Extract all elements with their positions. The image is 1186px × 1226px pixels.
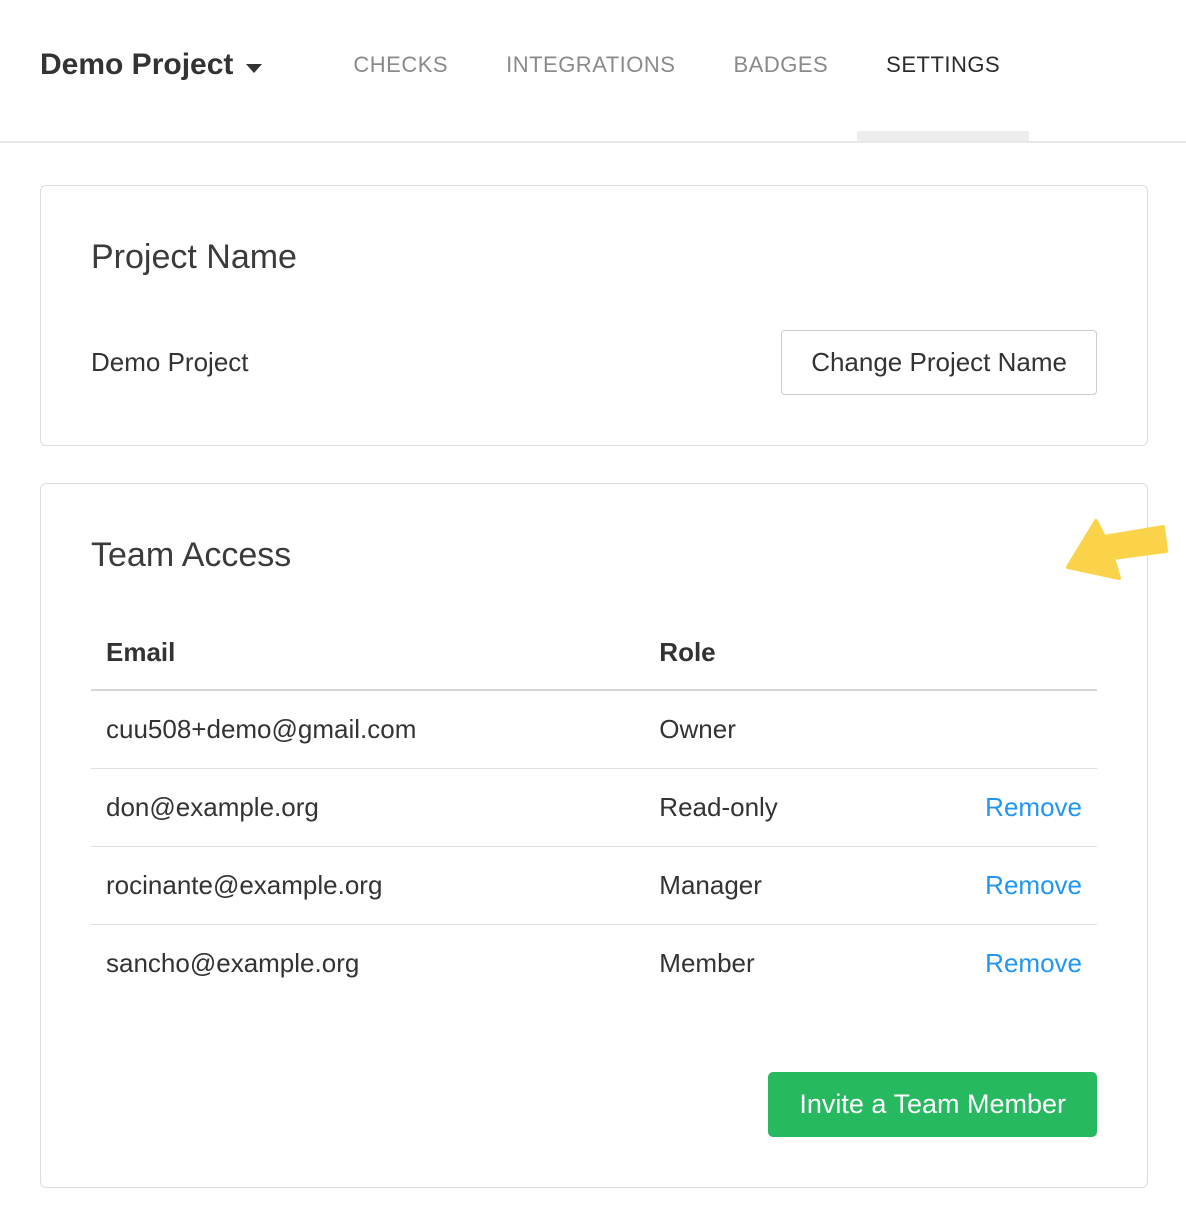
- tab-badges[interactable]: BADGES: [704, 0, 857, 130]
- team-members-table: Email Role cuu508+demo@gmail.com Owner d…: [91, 625, 1097, 1002]
- invite-row: Invite a Team Member: [91, 1072, 1097, 1137]
- member-action-cell: Remove: [946, 769, 1097, 847]
- action-column-header: [946, 625, 1097, 690]
- member-role: Read-only: [644, 769, 946, 847]
- tab-settings[interactable]: SETTINGS: [857, 0, 1029, 130]
- member-action-cell: Remove: [946, 847, 1097, 925]
- change-project-name-button[interactable]: Change Project Name: [781, 330, 1097, 395]
- project-name-card-title: Project Name: [91, 238, 1097, 277]
- member-role: Manager: [644, 847, 946, 925]
- invite-team-member-button[interactable]: Invite a Team Member: [768, 1072, 1097, 1137]
- remove-member-link[interactable]: Remove: [985, 948, 1082, 978]
- tab-checks[interactable]: CHECKS: [324, 0, 477, 130]
- table-header-row: Email Role: [91, 625, 1097, 690]
- remove-member-link[interactable]: Remove: [985, 870, 1082, 900]
- member-action-cell: Remove: [946, 925, 1097, 1003]
- project-nav: Demo Project CHECKS INTEGRATIONS BADGES …: [0, 0, 1186, 143]
- project-switcher[interactable]: Demo Project: [40, 48, 262, 82]
- table-row: cuu508+demo@gmail.com Owner: [91, 690, 1097, 769]
- member-role: Owner: [644, 690, 946, 769]
- tab-integrations[interactable]: INTEGRATIONS: [477, 0, 704, 130]
- table-row: sancho@example.org Member Remove: [91, 925, 1097, 1003]
- role-column-header: Role: [644, 625, 946, 690]
- project-name-card: Project Name Demo Project Change Project…: [40, 185, 1148, 446]
- project-switcher-label: Demo Project: [40, 48, 233, 82]
- project-name-row: Demo Project Change Project Name: [91, 330, 1097, 395]
- nav-tabs: CHECKS INTEGRATIONS BADGES SETTINGS: [324, 0, 1029, 130]
- team-access-card-title: Team Access: [91, 536, 1097, 575]
- current-project-name: Demo Project: [91, 347, 249, 378]
- email-column-header: Email: [91, 625, 644, 690]
- table-row: don@example.org Read-only Remove: [91, 769, 1097, 847]
- member-role: Member: [644, 925, 946, 1003]
- member-email: rocinante@example.org: [91, 847, 644, 925]
- member-email: don@example.org: [91, 769, 644, 847]
- chevron-down-icon: [246, 64, 262, 73]
- member-email: sancho@example.org: [91, 925, 644, 1003]
- member-email: cuu508+demo@gmail.com: [91, 690, 644, 769]
- team-access-card: Team Access Email Role cuu508+demo@gmail…: [40, 483, 1148, 1188]
- table-row: rocinante@example.org Manager Remove: [91, 847, 1097, 925]
- member-action-cell: [946, 690, 1097, 769]
- remove-member-link[interactable]: Remove: [985, 792, 1082, 822]
